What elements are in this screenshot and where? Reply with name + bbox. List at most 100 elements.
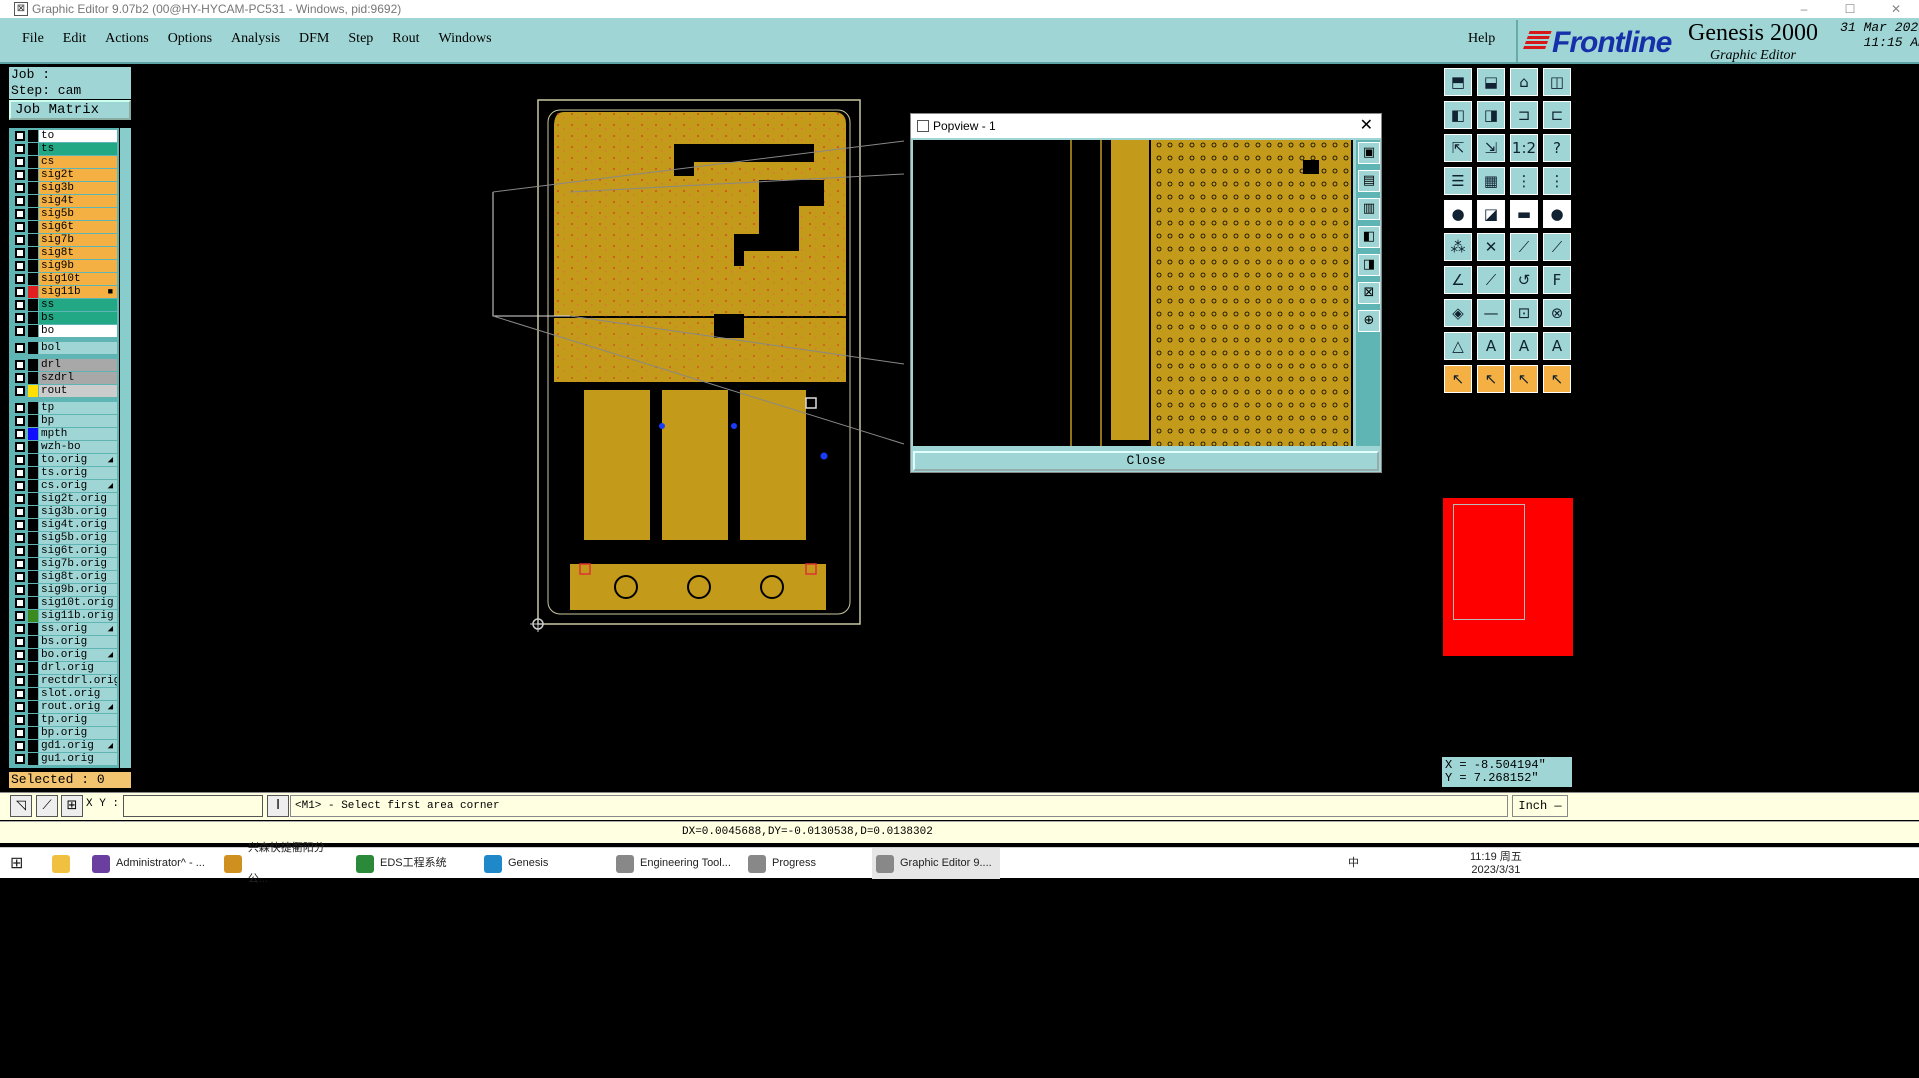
menu-file[interactable]: File [22,31,44,47]
grid-mode-icon[interactable]: ⊞ [61,795,83,817]
tool-query-icon[interactable]: ? [1543,134,1571,162]
popview-tool-6-icon[interactable]: ⊠ [1358,282,1380,304]
layer-row-sig9b-orig[interactable]: sig9b.orig [9,584,119,596]
layer-checkbox[interactable] [15,494,25,504]
layer-row-slot-orig[interactable]: slot.orig [9,688,119,700]
popview-close-button[interactable]: Close [913,451,1379,471]
layer-row-sig3b[interactable]: sig3b [9,182,119,194]
tool-arc-icon[interactable]: ↺ [1510,266,1538,294]
layer-checkbox[interactable] [15,598,25,608]
popview-canvas[interactable] [913,140,1353,446]
taskbar-clock[interactable]: 11:19 周五 2023/3/31 [1470,851,1522,877]
popview-close-icon[interactable]: ✕ [1360,114,1373,138]
layer-row-sig10t[interactable]: sig10t [9,273,119,285]
layer-row-ss[interactable]: ss [9,299,119,311]
tool-pointer-c-icon[interactable]: ↖ [1510,365,1538,393]
layer-checkbox[interactable] [15,572,25,582]
tool-text-c-icon[interactable]: A [1543,332,1571,360]
layer-checkbox[interactable] [15,183,25,193]
layer-checkbox[interactable] [15,559,25,569]
layer-row-wzh-bo[interactable]: wzh-bo [9,441,119,453]
menu-options[interactable]: Options [168,31,212,47]
layer-checkbox[interactable] [15,261,25,271]
layer-row-mpth[interactable]: mpth [9,428,119,440]
layer-checkbox[interactable] [15,300,25,310]
start-button[interactable]: ⊞ [10,848,30,879]
tool-panel-left-icon[interactable]: ◧ [1444,101,1472,129]
layer-checkbox[interactable] [15,507,25,517]
tool-measure-bar-icon[interactable]: ▬ [1510,200,1538,228]
menu-analysis[interactable]: Analysis [231,31,280,47]
taskbar-item-7[interactable]: Graphic Editor 9.... [872,848,1000,879]
layer-checkbox[interactable] [15,209,25,219]
layer-checkbox[interactable] [15,343,25,353]
menu-dfm[interactable]: DFM [299,31,329,47]
layer-checkbox[interactable] [15,222,25,232]
tool-feature-icon[interactable]: F [1543,266,1571,294]
tool-window-icon[interactable]: ◫ [1543,68,1571,96]
tool-fit-icon[interactable]: ⇱ [1444,134,1472,162]
tool-pattern-icon[interactable]: ⊗ [1543,299,1571,327]
layer-checkbox[interactable] [15,442,25,452]
layer-row-to-orig[interactable]: to.orig ◢ [9,454,119,466]
layer-checkbox[interactable] [15,455,25,465]
file-explorer-icon[interactable] [52,848,72,879]
layer-checkbox[interactable] [15,754,25,764]
popview-tool-7-icon[interactable]: ⊕ [1358,310,1380,332]
xy-input[interactable] [123,795,263,817]
layer-row-bo[interactable]: bo [9,325,119,337]
layer-row-ss-orig[interactable]: ss.orig ◢ [9,623,119,635]
layer-row-sig8t-orig[interactable]: sig8t.orig [9,571,119,583]
layer-row-bp[interactable]: bp [9,415,119,427]
layer-row-sig4t-orig[interactable]: sig4t.orig [9,519,119,531]
layer-row-cs-orig[interactable]: cs.orig ◢ [9,480,119,492]
tool-panel-right-icon[interactable]: ◨ [1477,101,1505,129]
layer-row-sig7b-orig[interactable]: sig7b.orig [9,558,119,570]
layer-list-scrollbar[interactable] [120,128,131,768]
popview-tool-5-icon[interactable]: ◨ [1358,254,1380,276]
tool-connect-icon[interactable]: ⁂ [1444,233,1472,261]
menu-help[interactable]: Help [1468,31,1495,47]
tool-redo-icon[interactable]: ⊏ [1543,101,1571,129]
taskbar-item-6[interactable]: Progress [744,848,868,879]
layer-checkbox[interactable] [15,637,25,647]
layer-checkbox[interactable] [15,741,25,751]
menu-actions[interactable]: Actions [105,31,149,47]
layer-row-sig4t[interactable]: sig4t [9,195,119,207]
popview-tool-4-icon[interactable]: ◧ [1358,226,1380,248]
layer-row-sig11b-orig[interactable]: sig11b.orig [9,610,119,622]
tool-segment-b-icon[interactable]: ⟋ [1543,233,1571,261]
tool-line-tool-icon[interactable]: ◪ [1477,200,1505,228]
layer-checkbox[interactable] [15,274,25,284]
tool-net-b-icon[interactable]: ⋮ [1543,167,1571,195]
layer-checkbox[interactable] [15,468,25,478]
layer-row-to[interactable]: to [9,130,119,142]
tool-net-a-icon[interactable]: ⋮ [1510,167,1538,195]
layer-checkbox[interactable] [15,520,25,530]
layer-row-bol[interactable]: bol [9,342,119,354]
layer-checkbox[interactable] [15,689,25,699]
layer-checkbox[interactable] [15,416,25,426]
tool-copy-icon[interactable]: ⬓ [1477,68,1505,96]
tool-pad-icon[interactable]: ● [1444,200,1472,228]
tool-pointer-d-icon[interactable]: ↖ [1543,365,1571,393]
step-name[interactable]: Step: cam [9,83,131,99]
tool-home-icon[interactable]: ⌂ [1510,68,1538,96]
tool-layers-icon[interactable]: ☰ [1444,167,1472,195]
layer-checkbox[interactable] [15,663,25,673]
layer-row-sig2t[interactable]: sig2t [9,169,119,181]
layer-checkbox[interactable] [15,144,25,154]
menu-step[interactable]: Step [348,31,373,47]
tool-text-a-icon[interactable]: A [1477,332,1505,360]
layer-checkbox[interactable] [15,360,25,370]
layer-checkbox[interactable] [15,624,25,634]
tool-line-icon[interactable]: ⟋ [1477,266,1505,294]
layer-checkbox[interactable] [15,715,25,725]
taskbar-item-3[interactable]: EDS工程系统 [352,848,476,879]
layer-row-bs[interactable]: bs [9,312,119,324]
tool-text-b-icon[interactable]: A [1510,332,1538,360]
layer-row-drl[interactable]: drl [9,359,119,371]
taskbar-item-2[interactable]: 兴森快捷衢阳分公... [220,842,344,885]
popview-tool-3-icon[interactable]: ▥ [1358,198,1380,220]
layer-row-gu1-orig[interactable]: gu1.orig [9,753,119,765]
